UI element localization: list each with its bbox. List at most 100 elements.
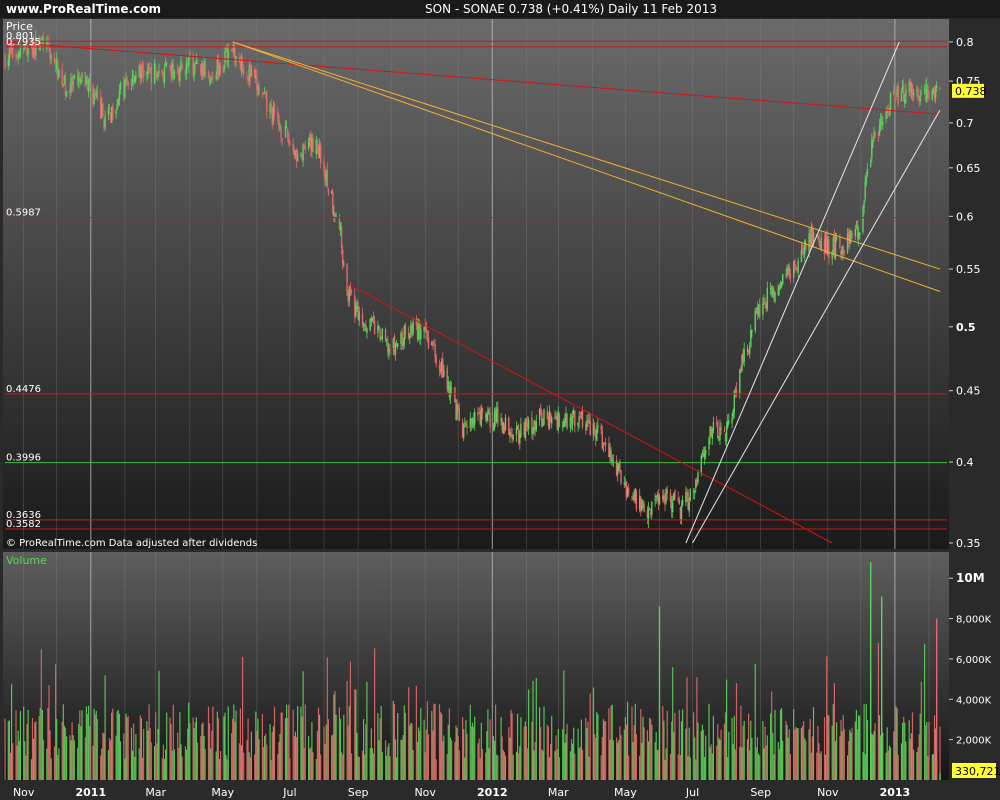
volume-bar <box>643 727 645 780</box>
volume-bar <box>793 709 795 780</box>
volume-bar <box>118 713 120 780</box>
volume-bar <box>58 748 60 780</box>
volume-bar <box>665 748 667 780</box>
volume-bar <box>207 706 210 780</box>
volume-bar <box>804 738 806 780</box>
volume-bar <box>578 748 580 780</box>
candle-body <box>287 129 289 139</box>
candle-body <box>196 62 199 64</box>
volume-bar <box>495 704 497 780</box>
volume-bar <box>255 711 257 780</box>
volume-bar <box>887 750 889 780</box>
volume-bar <box>820 751 822 780</box>
candle-body <box>303 145 305 147</box>
volume-bar <box>465 720 467 780</box>
candle-body <box>340 225 343 248</box>
volume-bar <box>408 687 410 780</box>
volume-bar <box>481 748 483 780</box>
volume-bar <box>302 671 304 780</box>
volume-bar <box>193 728 195 780</box>
candle-body <box>366 328 368 334</box>
candle-body <box>643 503 645 512</box>
volume-bar <box>488 748 490 780</box>
candle-body <box>227 50 229 63</box>
candle-body <box>843 251 845 253</box>
candle-body <box>280 129 282 138</box>
candle-body <box>558 415 561 427</box>
volume-bar <box>720 729 722 780</box>
volume-bar <box>423 719 425 780</box>
volume-bar <box>220 751 222 780</box>
volume-bar <box>100 755 102 780</box>
volume-bar <box>872 734 874 780</box>
volume-bar <box>602 719 604 780</box>
candle-body <box>620 470 622 484</box>
candle-body <box>936 85 938 89</box>
volume-bar <box>84 737 86 780</box>
candle-body <box>758 304 761 317</box>
volume-bar <box>48 685 50 780</box>
volume-bar <box>402 735 404 780</box>
volume-bar <box>502 750 504 780</box>
volume-bar <box>619 726 621 780</box>
candle-body <box>920 91 922 95</box>
candle-body <box>204 61 206 76</box>
volume-bar <box>849 729 851 780</box>
candle-body <box>750 329 752 347</box>
candle-body <box>81 74 83 78</box>
candle-body <box>842 246 844 255</box>
volume-bar <box>232 718 234 780</box>
candle-body <box>882 122 884 126</box>
volume-bar <box>264 736 266 780</box>
candle-body <box>289 143 291 145</box>
volume-bar <box>431 711 433 780</box>
x-axis-tick-label: Jul <box>685 786 699 799</box>
candle-body <box>535 421 537 430</box>
volume-bar <box>786 724 788 780</box>
volume-bar <box>932 753 934 780</box>
volume-bar <box>443 735 445 780</box>
candle-body <box>697 472 699 483</box>
candle-body <box>116 104 118 109</box>
candle-body <box>157 75 159 78</box>
volume-bar <box>843 728 845 780</box>
volume-bar <box>354 689 356 780</box>
candle-body <box>181 63 183 70</box>
candle-body <box>73 76 75 79</box>
volume-bar <box>226 759 228 780</box>
volume-bar <box>124 758 126 780</box>
volume-bar <box>841 731 843 780</box>
volume-bar <box>466 733 468 780</box>
price-volume-chart[interactable]: Nov 2011 Mar May Jul Sep Nov 2012 Mar May Jul Sep No… <box>0 0 1000 800</box>
volume-bar <box>723 723 725 780</box>
volume-bar <box>509 737 511 780</box>
candle-body <box>516 425 519 428</box>
volume-bar <box>779 709 782 780</box>
volume-bar <box>696 677 698 780</box>
candle-body <box>725 426 728 442</box>
brand-label[interactable]: www.ProRealTime.com <box>6 2 161 16</box>
volume-bar <box>816 752 818 780</box>
candle-body <box>903 84 905 102</box>
volume-bar <box>477 743 479 780</box>
candle-body <box>27 48 29 56</box>
volume-bar <box>848 741 850 780</box>
volume-bar <box>666 710 668 780</box>
volume-bar <box>394 739 397 780</box>
volume-bar <box>533 750 535 780</box>
candle-body <box>450 388 453 390</box>
volume-bar <box>825 754 827 780</box>
volume-bar <box>387 746 389 780</box>
candle-body <box>866 169 869 175</box>
volume-spike-bar <box>658 606 661 780</box>
candle-body <box>543 409 545 426</box>
volume-bar <box>471 722 474 780</box>
volume-bar <box>365 724 367 780</box>
candle-body <box>346 264 348 295</box>
candle-body <box>897 85 899 105</box>
volume-panel <box>3 552 949 780</box>
volume-bar <box>361 750 364 780</box>
volume-bar <box>386 755 388 780</box>
volume-bar <box>185 749 188 780</box>
candle-body <box>593 426 596 431</box>
